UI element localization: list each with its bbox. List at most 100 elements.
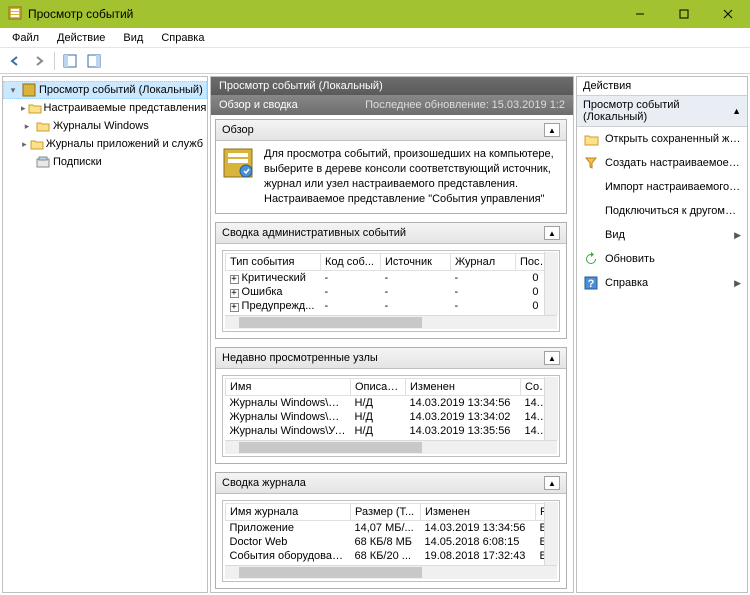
- overview-icon: [222, 147, 254, 179]
- admin-header[interactable]: Сводка административных событий ▲: [216, 223, 566, 244]
- menu-action[interactable]: Действие: [49, 30, 113, 46]
- help-icon: ?: [583, 275, 599, 291]
- table-row[interactable]: + Критический---0: [226, 271, 557, 286]
- table-row[interactable]: События оборудования68 КБ/20 ...19.08.20…: [226, 549, 557, 563]
- center-body[interactable]: Обзор ▲ Для просмотра событий, произошед…: [211, 115, 573, 592]
- table-row[interactable]: + Ошибка---0: [226, 285, 557, 299]
- collapse-icon[interactable]: ▲: [544, 226, 560, 240]
- tree-pane: ▾ Просмотр событий (Локальный) ▸ Настраи…: [2, 76, 208, 593]
- window-title: Просмотр событий: [28, 7, 618, 21]
- tree-label: Журналы приложений и служб: [46, 138, 203, 150]
- view-icon: [583, 227, 599, 243]
- action-connect[interactable]: Подключиться к другому к...: [577, 199, 747, 223]
- tree-windows-logs[interactable]: ▸ Журналы Windows: [3, 117, 207, 135]
- table-row[interactable]: Doctor Web68 КБ/8 МБ14.05.2018 6:08:15Вк…: [226, 535, 557, 549]
- action-label: Подключиться к другому к...: [605, 205, 741, 217]
- col-log[interactable]: Журнал: [451, 254, 516, 271]
- overview-section: Обзор ▲ Для просмотра событий, произошед…: [215, 119, 567, 214]
- actions-group-label: Просмотр событий (Локальный): [583, 99, 732, 123]
- action-label: Обновить: [605, 253, 741, 265]
- menubar: Файл Действие Вид Справка: [0, 28, 750, 48]
- collapse-icon[interactable]: ▲: [544, 123, 560, 137]
- maximize-button[interactable]: [662, 0, 706, 28]
- overview-header[interactable]: Обзор ▲: [216, 120, 566, 141]
- app-icon: [8, 6, 22, 23]
- action-view[interactable]: Вид ▶: [577, 223, 747, 247]
- recent-table: Имя Описание Изменен Создан Журналы Wind…: [225, 378, 557, 438]
- collapse-icon[interactable]: ▲: [544, 476, 560, 490]
- recent-section: Недавно просмотренные узлы ▲ Имя Описани…: [215, 347, 567, 464]
- action-label: Справка: [605, 277, 728, 289]
- tree-root[interactable]: ▾ Просмотр событий (Локальный): [3, 81, 207, 99]
- col-id[interactable]: Код соб...: [321, 254, 381, 271]
- tree-label: Подписки: [53, 156, 102, 168]
- actions-header: Действия: [577, 77, 747, 96]
- titlebar: Просмотр событий: [0, 0, 750, 28]
- col-name[interactable]: Имя: [226, 379, 351, 396]
- actions-group[interactable]: Просмотр событий (Локальный) ▲: [577, 96, 747, 127]
- table-row[interactable]: Журналы Windows\Уст...Н/Д14.03.2019 13:3…: [226, 424, 557, 438]
- tree-twisty[interactable]: ▸: [21, 139, 28, 150]
- tree-label: Настраиваемые представления: [44, 102, 207, 114]
- summary-title: Сводка журнала: [222, 477, 306, 489]
- recent-title: Недавно просмотренные узлы: [222, 352, 378, 364]
- show-tree-button[interactable]: [59, 50, 81, 72]
- tree-twisty[interactable]: ▸: [21, 121, 33, 132]
- table-row[interactable]: Журналы Windows\Сис...Н/Д14.03.2019 13:3…: [226, 410, 557, 424]
- admin-table: Тип события Код соб... Источник Журнал П…: [225, 253, 557, 313]
- forward-button[interactable]: [28, 50, 50, 72]
- menu-help[interactable]: Справка: [153, 30, 212, 46]
- tree-twisty[interactable]: ▸: [21, 103, 26, 114]
- toolbar: [0, 48, 750, 74]
- collapse-icon[interactable]: ▲: [544, 351, 560, 365]
- table-row[interactable]: Приложение14,07 МБ/...14.03.2019 13:34:5…: [226, 521, 557, 536]
- recent-header[interactable]: Недавно просмотренные узлы ▲: [216, 348, 566, 369]
- menu-view[interactable]: Вид: [115, 30, 151, 46]
- last-update: Последнее обновление: 15.03.2019 1:2: [365, 99, 565, 111]
- col-mod[interactable]: Изменен: [421, 504, 536, 521]
- hscrollbar[interactable]: [225, 315, 557, 329]
- import-icon: [583, 179, 599, 195]
- action-help[interactable]: ? Справка ▶: [577, 271, 747, 295]
- close-button[interactable]: [706, 0, 750, 28]
- chevron-up-icon: ▲: [732, 106, 741, 116]
- action-create-custom[interactable]: Создать настраиваемое пре...: [577, 151, 747, 175]
- vscrollbar[interactable]: [544, 377, 558, 440]
- center-subtitle: Обзор и сводка: [219, 99, 298, 111]
- col-desc[interactable]: Описание: [351, 379, 406, 396]
- tree-subscriptions[interactable]: Подписки: [3, 153, 207, 171]
- overview-title: Обзор: [222, 124, 254, 136]
- minimize-button[interactable]: [618, 0, 662, 28]
- vscrollbar[interactable]: [544, 502, 558, 565]
- hscrollbar[interactable]: [225, 565, 557, 579]
- col-type[interactable]: Тип события: [226, 254, 321, 271]
- table-row[interactable]: + Предупрежд...---0: [226, 299, 557, 313]
- tree-label: Журналы Windows: [53, 120, 149, 132]
- table-row[interactable]: Журналы Windows\При...Н/Д14.03.2019 13:3…: [226, 396, 557, 411]
- hscrollbar[interactable]: [225, 440, 557, 454]
- center-pane: Просмотр событий (Локальный) Обзор и сво…: [210, 76, 574, 593]
- action-refresh[interactable]: Обновить: [577, 247, 747, 271]
- tree-custom-views[interactable]: ▸ Настраиваемые представления: [3, 99, 207, 117]
- summary-table: Имя журнала Размер (Т... Изменен Разреш …: [225, 503, 557, 563]
- chevron-right-icon: ▶: [734, 278, 741, 289]
- folder-icon: [30, 136, 44, 152]
- col-size[interactable]: Размер (Т...: [351, 504, 421, 521]
- svg-text:?: ?: [588, 278, 595, 290]
- vscrollbar[interactable]: [544, 252, 558, 315]
- admin-title: Сводка административных событий: [222, 227, 406, 239]
- tree-app-logs[interactable]: ▸ Журналы приложений и служб: [3, 135, 207, 153]
- action-open-saved[interactable]: Открыть сохраненный жу...: [577, 127, 747, 151]
- center-header: Просмотр событий (Локальный): [211, 77, 573, 95]
- tree-twisty[interactable]: ▾: [7, 85, 19, 96]
- actions-pane: Действия Просмотр событий (Локальный) ▲ …: [576, 76, 748, 593]
- col-mod[interactable]: Изменен: [406, 379, 521, 396]
- properties-button[interactable]: [83, 50, 105, 72]
- menu-file[interactable]: Файл: [4, 30, 47, 46]
- action-import-custom[interactable]: Импорт настраиваемого пр...: [577, 175, 747, 199]
- action-label: Вид: [605, 229, 728, 241]
- col-src[interactable]: Источник: [381, 254, 451, 271]
- back-button[interactable]: [4, 50, 26, 72]
- summary-header[interactable]: Сводка журнала ▲: [216, 473, 566, 494]
- col-name[interactable]: Имя журнала: [226, 504, 351, 521]
